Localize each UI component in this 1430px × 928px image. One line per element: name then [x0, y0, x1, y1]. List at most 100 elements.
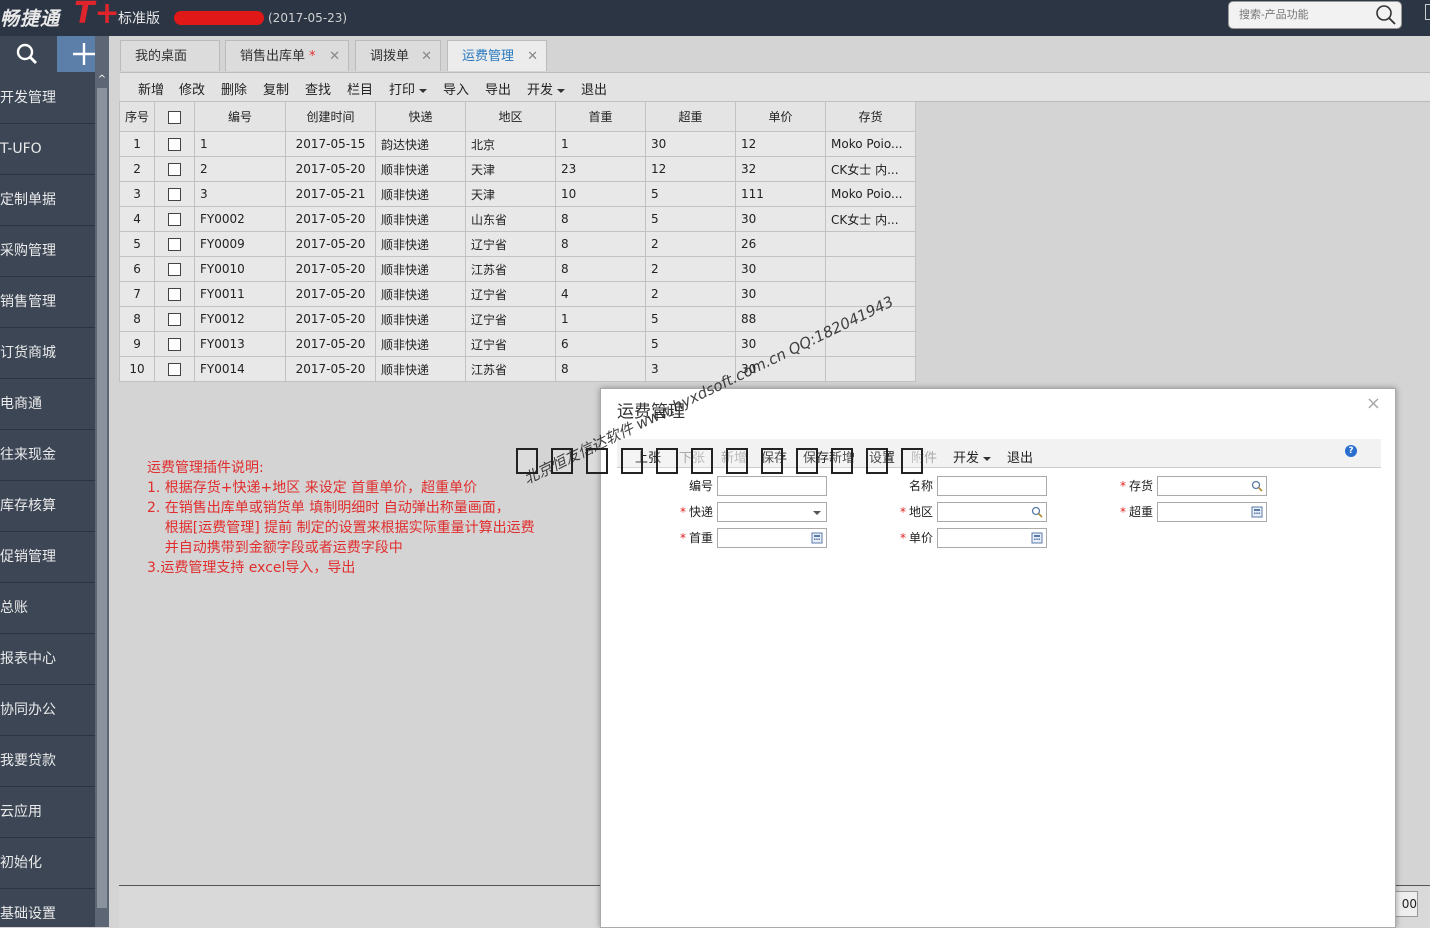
- cell-select[interactable]: [154, 231, 196, 257]
- dialog-exit-button[interactable]: 退出: [1007, 447, 1033, 466]
- new-button[interactable]: 新增: [138, 79, 164, 98]
- col-header-select[interactable]: [154, 101, 196, 132]
- columns-button[interactable]: 栏目: [347, 79, 373, 98]
- copy-button[interactable]: 复制: [263, 79, 289, 98]
- express-select[interactable]: [717, 502, 827, 522]
- table-row[interactable]: 4 FY0002 2017-05-20 顺非快递 山东省 8 5 30 CK女士 内...: [118, 206, 917, 232]
- sidebar-item[interactable]: 采购管理: [0, 226, 95, 277]
- unit-price-field[interactable]: [937, 528, 1047, 548]
- table-row[interactable]: 2 2 2017-05-20 顺非快递 天津 23 12 32 CK女士 内...: [118, 156, 917, 182]
- sidebar-item[interactable]: 促销管理: [0, 532, 95, 583]
- row-checkbox[interactable]: [168, 188, 182, 201]
- cell-select[interactable]: [154, 256, 196, 282]
- tab-my-desktop[interactable]: 我的桌面: [120, 40, 220, 71]
- chevron-down-icon[interactable]: [813, 511, 821, 515]
- sidebar-item[interactable]: 协同办公: [0, 685, 95, 736]
- sidebar-item[interactable]: 初始化: [0, 838, 95, 889]
- row-checkbox[interactable]: [168, 238, 182, 251]
- sidebar-item[interactable]: 总账: [0, 583, 95, 634]
- region-field[interactable]: [937, 502, 1047, 522]
- table-row[interactable]: 3 3 2017-05-21 顺非快递 天津 10 5 111 Moko Poio...: [118, 181, 917, 207]
- row-checkbox[interactable]: [168, 213, 182, 226]
- cell-select[interactable]: [154, 181, 196, 207]
- inventory-field[interactable]: [1157, 476, 1267, 496]
- sidebar-search-button[interactable]: [0, 36, 54, 72]
- row-checkbox[interactable]: [168, 263, 182, 276]
- sidebar-item[interactable]: 电商通: [0, 379, 95, 430]
- cell-select[interactable]: [154, 356, 196, 382]
- cell-express: 顺非快递: [375, 231, 467, 257]
- sidebar-item[interactable]: 云应用: [0, 787, 95, 838]
- cell-select[interactable]: [154, 131, 196, 157]
- code-field[interactable]: [717, 476, 827, 496]
- table-row[interactable]: 8 FY0012 2017-05-20 顺非快递 辽宁省 1 5 88: [118, 306, 917, 332]
- calculator-icon[interactable]: [1031, 532, 1043, 547]
- tab-sales-outbound[interactable]: 销售出库单 * ✕: [225, 40, 349, 71]
- sidebar-scroll-thumb[interactable]: [97, 88, 107, 908]
- global-search[interactable]: [1228, 1, 1402, 29]
- sidebar-item[interactable]: 销售管理: [0, 277, 95, 328]
- export-button[interactable]: 导出: [485, 79, 511, 98]
- row-checkbox[interactable]: [168, 288, 182, 301]
- cell-created: 2017-05-20: [285, 206, 377, 232]
- sidebar-item[interactable]: 库存核算: [0, 481, 95, 532]
- row-checkbox[interactable]: [168, 363, 182, 376]
- print-button[interactable]: 打印: [389, 79, 428, 98]
- name-field[interactable]: [937, 476, 1047, 496]
- row-checkbox[interactable]: [168, 138, 182, 151]
- close-icon[interactable]: ✕: [329, 41, 340, 72]
- import-button[interactable]: 导入: [443, 79, 469, 98]
- tab-transfer[interactable]: 调拨单 ✕: [355, 40, 441, 71]
- cell-select[interactable]: [154, 206, 196, 232]
- close-icon[interactable]: ✕: [421, 41, 432, 72]
- magnifier-icon[interactable]: [1251, 480, 1263, 495]
- sidebar-item[interactable]: 报表中心: [0, 634, 95, 685]
- dialog-dev-button[interactable]: 开发: [953, 447, 992, 466]
- calculator-icon[interactable]: [811, 532, 823, 547]
- sidebar-item[interactable]: 我要贷款: [0, 736, 95, 787]
- help-icon[interactable]: ?: [1345, 445, 1357, 457]
- cell-select[interactable]: [154, 306, 196, 332]
- table-row[interactable]: 10 FY0014 2017-05-20 顺非快递 江苏省 8 3 30: [118, 356, 917, 382]
- global-search-input[interactable]: [1237, 6, 1371, 24]
- edit-button[interactable]: 修改: [179, 79, 205, 98]
- delete-button[interactable]: 删除: [221, 79, 247, 98]
- row-checkbox[interactable]: [168, 313, 182, 326]
- cell-seq: 2: [118, 156, 156, 182]
- close-icon[interactable]: ×: [1366, 393, 1381, 414]
- search-icon[interactable]: [1375, 4, 1397, 29]
- cell-select[interactable]: [154, 156, 196, 182]
- row-checkbox[interactable]: [168, 163, 182, 176]
- sidebar-add-button[interactable]: [57, 36, 95, 72]
- sidebar-item[interactable]: T-UFO: [0, 124, 95, 175]
- sidebar-item[interactable]: 定制单据: [0, 175, 95, 226]
- table-row[interactable]: 1 1 2017-05-15 韵达快递 北京 1 30 12 Moko Poio...: [118, 131, 917, 157]
- close-icon[interactable]: ✕: [527, 41, 538, 72]
- calculator-icon[interactable]: [1251, 506, 1263, 521]
- table-row[interactable]: 7 FY0011 2017-05-20 顺非快递 辽宁省 4 2 30: [118, 281, 917, 307]
- sidebar-item[interactable]: 订货商城: [0, 328, 95, 379]
- cell-select[interactable]: [154, 331, 196, 357]
- select-all-checkbox[interactable]: [168, 110, 182, 124]
- edition-label: 标准版: [118, 11, 160, 27]
- cell-created: 2017-05-20: [285, 331, 377, 357]
- find-button[interactable]: 查找: [305, 79, 331, 98]
- table-row[interactable]: 5 FY0009 2017-05-20 顺非快递 辽宁省 8 2 26: [118, 231, 917, 257]
- dev-button[interactable]: 开发: [527, 79, 566, 98]
- cell-select[interactable]: [154, 281, 196, 307]
- sidebar-scrollbar[interactable]: ^: [95, 36, 109, 927]
- code-label: 编号: [653, 477, 713, 494]
- tab-freight-management[interactable]: 运费管理 ✕: [447, 40, 547, 71]
- magnifier-icon[interactable]: [1031, 506, 1043, 521]
- row-checkbox[interactable]: [168, 338, 182, 351]
- sidebar-item[interactable]: 往来现金: [0, 430, 95, 481]
- table-row[interactable]: 6 FY0010 2017-05-20 顺非快递 江苏省 8 2 30: [118, 256, 917, 282]
- exit-button[interactable]: 退出: [581, 79, 607, 98]
- tab-label: 运费管理: [462, 49, 515, 64]
- overweight-field[interactable]: [1157, 502, 1267, 522]
- sidebar-item[interactable]: 开发管理: [0, 73, 95, 124]
- first-weight-field[interactable]: [717, 528, 827, 548]
- sidebar-item[interactable]: 基础设置: [0, 889, 95, 927]
- col-header-first-weight: 首重: [555, 101, 647, 132]
- scroll-up-icon[interactable]: ^: [95, 72, 109, 88]
